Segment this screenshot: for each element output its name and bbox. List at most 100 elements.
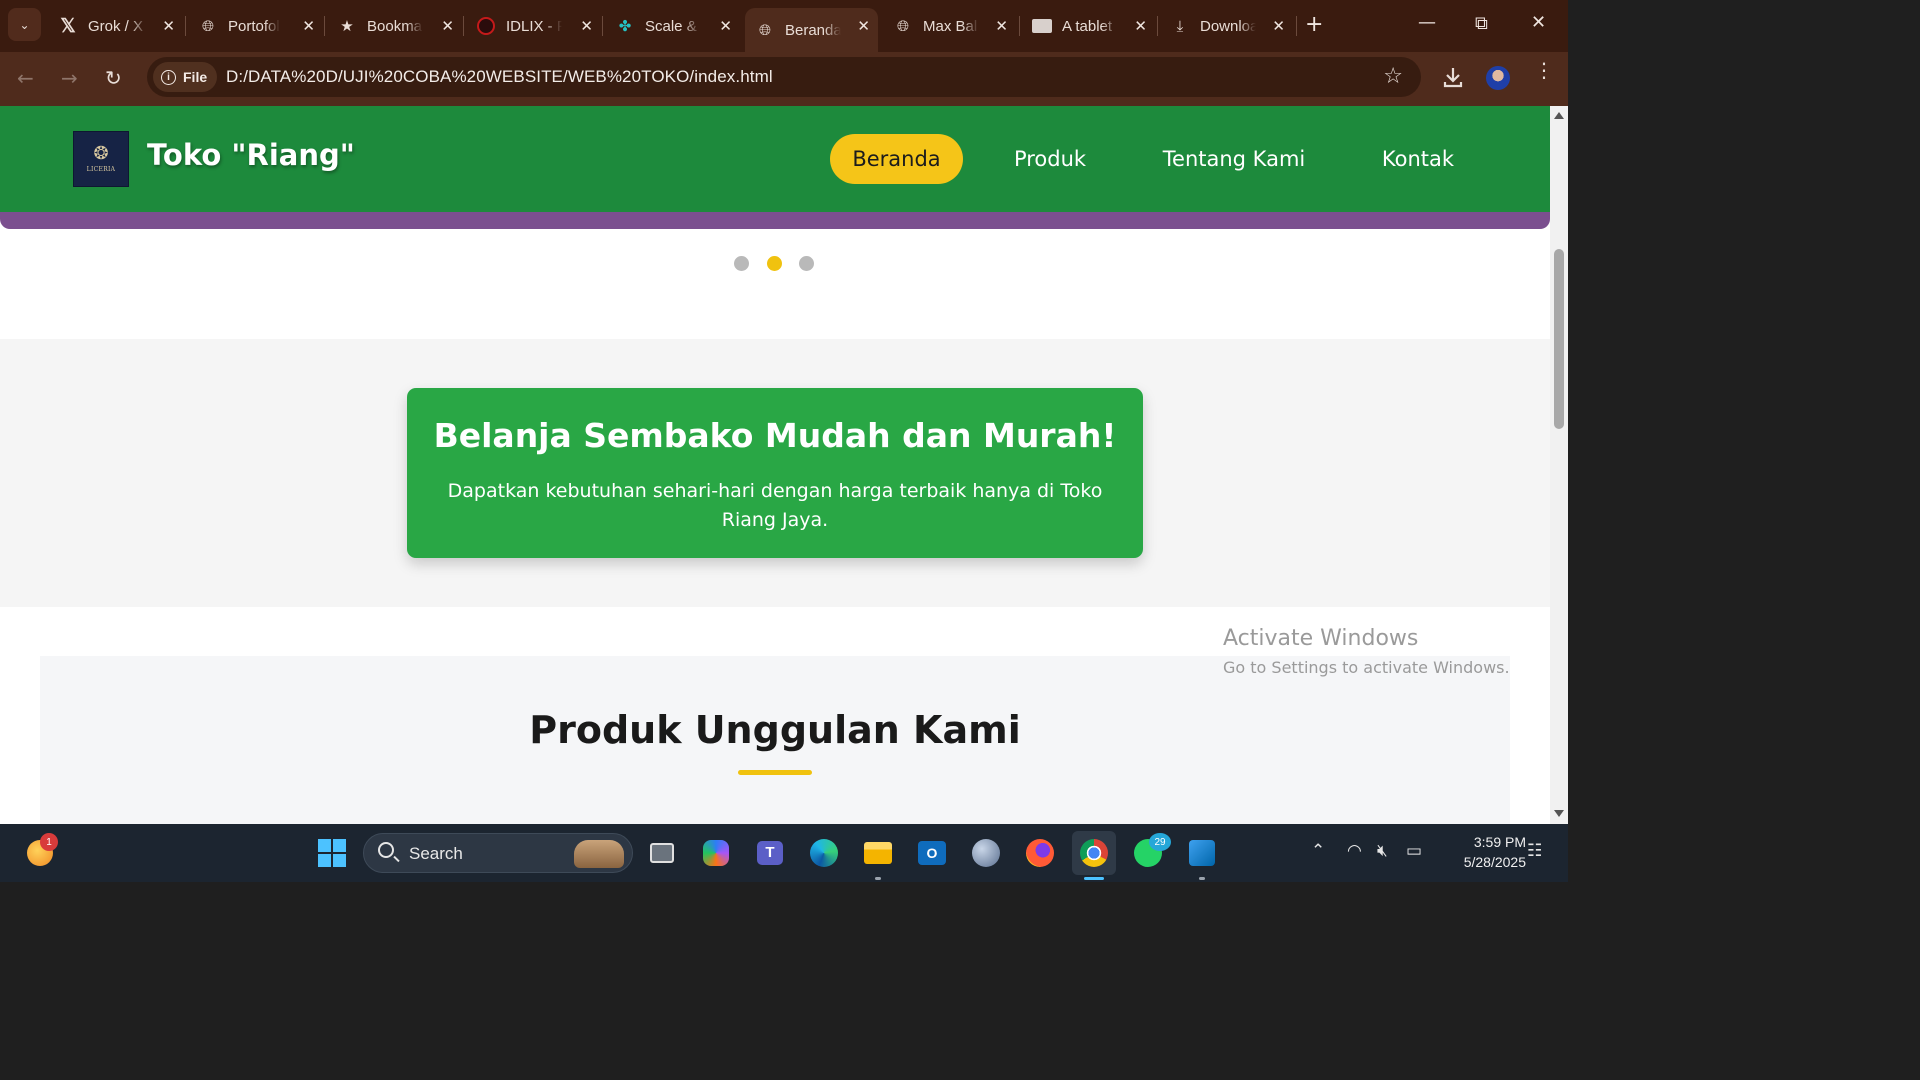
chrome-icon[interactable] [1072, 831, 1116, 875]
carousel-dot-active[interactable] [767, 256, 782, 271]
remote-app-icon[interactable] [970, 837, 1002, 869]
tab-scale[interactable]: ✤ Scale & ✕ [605, 8, 740, 44]
store-logo[interactable]: ❂ LICERIA [73, 131, 129, 187]
windows-start-icon[interactable] [316, 837, 348, 869]
edge-icon[interactable] [808, 837, 840, 869]
search-highlight-icon [574, 840, 624, 868]
scroll-down-icon[interactable] [1554, 810, 1564, 817]
close-tab-icon[interactable]: ✕ [1272, 17, 1285, 35]
back-icon[interactable]: ← [17, 66, 34, 90]
star-icon: ★ [340, 18, 354, 35]
page-viewport: ❂ LICERIA Toko "Riang" Beranda Produk Te… [0, 106, 1550, 824]
close-tab-icon[interactable]: ✕ [580, 17, 593, 35]
file-chip-label: File [183, 69, 208, 85]
x-logo-icon: 𝕏 [60, 15, 76, 37]
title-underline [738, 770, 812, 775]
promo-title: Belanja Sembako Mudah dan Murah! [433, 416, 1117, 455]
notification-badge: 1 [40, 833, 58, 851]
url-text[interactable]: D:/DATA%20D/UJI%20COBA%20WEBSITE/WEB%20T… [226, 67, 773, 87]
close-tab-icon[interactable]: ✕ [995, 17, 1008, 35]
close-tab-icon[interactable]: ✕ [857, 17, 870, 35]
more-menu-icon[interactable]: ⋮ [1534, 60, 1554, 80]
clock-time[interactable]: 3:59 PM [1450, 834, 1526, 850]
tab-beranda[interactable]: 🌐︎ Beranda ✕ [745, 8, 878, 52]
tab-download[interactable]: ⤓ Download ✕ [1160, 8, 1293, 44]
store-name[interactable]: Toko "Riang" [147, 138, 355, 172]
running-indicator [875, 877, 881, 880]
tab-search-button[interactable]: ⌄ [8, 8, 41, 41]
vscode-icon[interactable] [1186, 837, 1218, 869]
nav-tentang-kami[interactable]: Tentang Kami [1140, 134, 1328, 184]
battery-icon[interactable]: ▭ [1406, 841, 1422, 861]
carousel-dot[interactable] [734, 256, 749, 271]
site-header: ❂ LICERIA Toko "Riang" Beranda Produk Te… [0, 106, 1550, 212]
taskbar-search-box[interactable]: Search [363, 833, 633, 873]
logo-emblem-icon: ❂ [93, 143, 109, 164]
activate-windows-subtitle: Go to Settings to activate Windows. [1223, 658, 1510, 677]
tab-title: Scale & [645, 17, 697, 35]
idlix-icon [476, 16, 496, 36]
download-icon: ⤓ [1176, 17, 1184, 35]
tab-tablet[interactable]: A tablet ✕ [1022, 8, 1155, 44]
tab-max-bal[interactable]: 🌐︎ Max Bal ✕ [883, 8, 1016, 44]
active-app-indicator [1084, 877, 1104, 880]
logo-wordmark: LICERIA [86, 166, 116, 173]
address-bar[interactable]: i File D:/DATA%20D/UJI%20COBA%20WEBSITE/… [147, 57, 1421, 97]
minimize-icon[interactable]: — [1418, 12, 1436, 33]
section-title: Produk Unggulan Kami [529, 708, 1021, 752]
downloads-icon[interactable] [1442, 65, 1464, 89]
globe-icon: 🌐︎ [896, 17, 909, 35]
scroll-up-icon[interactable] [1554, 112, 1564, 119]
close-tab-icon[interactable]: ✕ [719, 17, 732, 35]
restore-icon[interactable]: ⧉ [1475, 13, 1488, 34]
carousel-dot[interactable] [799, 256, 814, 271]
running-indicator [1199, 877, 1205, 880]
bookmark-star-icon[interactable]: ☆ [1383, 64, 1403, 89]
nav-produk[interactable]: Produk [995, 134, 1105, 184]
scroll-thumb[interactable] [1554, 249, 1564, 429]
profile-avatar[interactable] [1486, 66, 1510, 90]
teams-icon[interactable]: T [754, 837, 786, 869]
tablet-icon [1032, 16, 1052, 36]
tab-grok[interactable]: 𝕏 Grok / X ✕ [48, 8, 183, 44]
page-scrollbar[interactable] [1550, 106, 1568, 824]
promo-text: Dapatkan kebutuhan sehari-hari dengan ha… [447, 480, 1103, 531]
copilot-icon[interactable] [700, 837, 732, 869]
close-tab-icon[interactable]: ✕ [441, 17, 454, 35]
tab-title: Download [1200, 17, 1256, 35]
new-tab-button[interactable]: + [1305, 12, 1323, 37]
tab-title: Portofolio [228, 17, 280, 35]
nav-kontak[interactable]: Kontak [1362, 134, 1474, 184]
scale-icon: ✤ [618, 18, 632, 35]
close-tab-icon[interactable]: ✕ [1134, 17, 1147, 35]
tab-separator [185, 16, 186, 36]
firefox-icon[interactable] [1024, 837, 1056, 869]
task-view-icon[interactable] [646, 837, 678, 869]
featured-products-section: Produk Unggulan Kami [40, 656, 1510, 824]
close-tab-icon[interactable]: ✕ [162, 17, 175, 35]
show-hidden-icons-icon[interactable]: ⌃ [1311, 841, 1325, 861]
reload-icon[interactable]: ↻ [105, 66, 122, 90]
browser-tab-strip: ⌄ 𝕏 Grok / X ✕ 🌐︎ Portofolio ✕ ★ Bookmar… [0, 0, 1568, 52]
file-explorer-icon[interactable] [862, 837, 894, 869]
tab-title: Grok / X [88, 17, 144, 35]
tab-idlix[interactable]: IDLIX - F ✕ [466, 8, 601, 44]
globe-icon: 🌐︎ [201, 17, 214, 35]
close-window-icon[interactable]: ✕ [1531, 12, 1546, 33]
promo-section: Belanja Sembako Mudah dan Murah! Dapatka… [0, 339, 1550, 607]
site-info-chip[interactable]: i File [153, 62, 218, 92]
volume-muted-icon[interactable]: 🔇︎ [1377, 841, 1388, 861]
forward-icon[interactable]: → [61, 66, 78, 90]
search-icon [378, 842, 394, 858]
tab-bookmarks[interactable]: ★ Bookmarks ✕ [327, 8, 462, 44]
globe-icon: 🌐︎ [758, 21, 771, 39]
info-icon: i [161, 69, 176, 85]
wifi-icon[interactable]: ◠ [1347, 841, 1362, 861]
tab-portofolio[interactable]: 🌐︎ Portofolio ✕ [188, 8, 323, 44]
chevron-down-icon: ⌄ [19, 17, 30, 32]
clock-date[interactable]: 5/28/2025 [1440, 854, 1526, 870]
outlook-icon[interactable]: O [916, 837, 948, 869]
notifications-icon[interactable]: ☷ [1527, 841, 1542, 861]
close-tab-icon[interactable]: ✕ [302, 17, 315, 35]
nav-beranda[interactable]: Beranda [830, 134, 963, 184]
